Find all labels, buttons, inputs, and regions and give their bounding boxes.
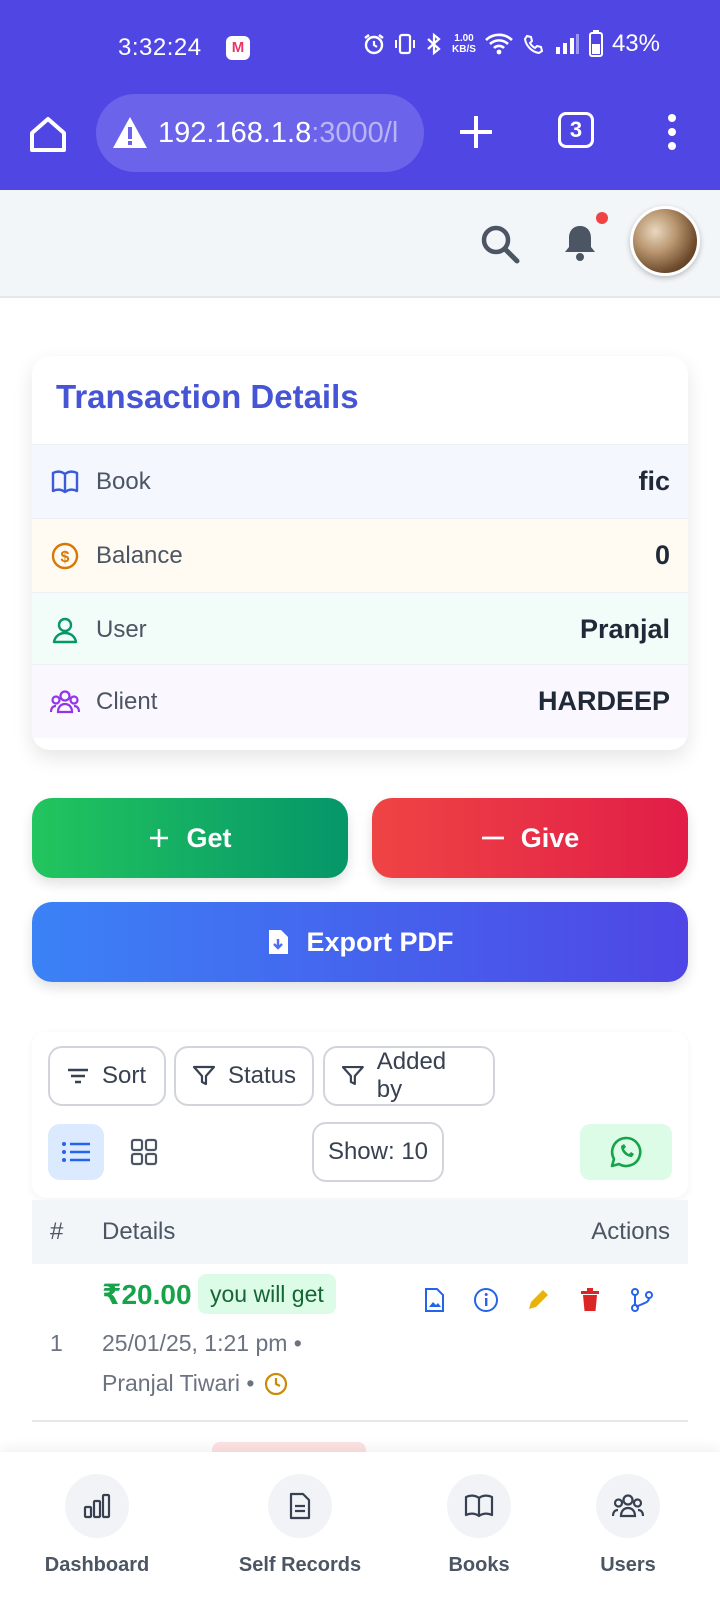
battery-icon — [588, 30, 603, 57]
vibrate-icon — [395, 33, 416, 55]
grid-icon — [130, 1138, 158, 1166]
branch-icon[interactable] — [628, 1286, 656, 1314]
row-date: 25/01/25, 1:21 pm • — [102, 1330, 302, 1356]
minus-icon — [481, 827, 505, 849]
users-icon — [596, 1474, 660, 1538]
notification-app-icon: M — [226, 36, 250, 60]
browser-toolbar: 192.168.1.8:3000/l 3 — [0, 94, 720, 190]
list-icon — [62, 1142, 90, 1162]
list-view-button[interactable] — [48, 1124, 104, 1180]
warning-icon[interactable] — [110, 113, 150, 153]
filter-icon — [341, 1066, 364, 1085]
svg-text:$: $ — [61, 549, 70, 566]
delete-icon[interactable] — [576, 1286, 604, 1314]
index-header: # — [50, 1218, 64, 1245]
plus-icon — [148, 827, 170, 849]
status-icons: 1.00 KB/S 43% — [362, 30, 660, 58]
bell-icon[interactable] — [562, 222, 598, 262]
search-icon[interactable] — [478, 222, 522, 266]
status-bar: 3:32:24 M 1.00 KB/S 43% — [0, 0, 720, 94]
sort-icon — [68, 1068, 88, 1084]
more-menu-icon[interactable] — [664, 112, 680, 152]
signal-icon — [555, 34, 579, 54]
row-index: 1 — [50, 1330, 63, 1356]
export-pdf-button[interactable]: Export PDF — [32, 902, 688, 982]
battery-percent: 43% — [611, 30, 660, 57]
added-by-filter-button[interactable]: Added by — [323, 1046, 495, 1106]
wifi-icon — [485, 33, 513, 55]
document-icon — [268, 1474, 332, 1538]
avatar[interactable] — [630, 206, 700, 276]
grid-view-button[interactable] — [116, 1124, 172, 1180]
row-added-by: Pranjal Tiwari • — [102, 1370, 289, 1397]
new-tab-icon[interactable] — [456, 112, 496, 152]
nav-users[interactable]: Users — [596, 1474, 660, 1577]
wifi-call-icon — [523, 34, 544, 55]
nav-books[interactable]: Books — [444, 1474, 514, 1577]
give-button[interactable]: Give — [372, 798, 688, 878]
bluetooth-icon — [427, 32, 441, 56]
filter-panel: Sort Status Added by Show: 10 — [32, 1032, 688, 1198]
filter-icon — [192, 1065, 216, 1086]
bottom-navigation: Dashboard Self Records Books Users — [0, 1452, 720, 1600]
whatsapp-icon — [610, 1136, 642, 1168]
users-icon — [50, 689, 80, 713]
page-size-select[interactable]: Show: 10 — [312, 1122, 444, 1182]
table-header: # Details Actions — [32, 1200, 688, 1264]
book-row: Book fic — [32, 444, 688, 518]
user-row: User Pranjal — [32, 592, 688, 666]
details-header: Details — [102, 1218, 176, 1245]
user-icon — [52, 617, 78, 643]
net-speed: 1.00 KB/S — [452, 33, 476, 55]
bar-chart-icon — [65, 1474, 129, 1538]
get-button[interactable]: Get — [32, 798, 348, 878]
whatsapp-button[interactable] — [580, 1124, 672, 1180]
info-icon[interactable] — [472, 1286, 500, 1314]
edit-icon[interactable] — [524, 1286, 552, 1314]
url-bar[interactable]: 192.168.1.8:3000/l — [96, 94, 424, 172]
book-icon — [51, 469, 79, 493]
sort-button[interactable]: Sort — [48, 1046, 166, 1106]
app-header — [0, 190, 720, 298]
file-download-icon — [266, 928, 290, 956]
client-row: Client HARDEEP — [32, 664, 688, 738]
nav-self-records[interactable]: Self Records — [236, 1474, 364, 1577]
status-badge: you will get — [198, 1274, 336, 1314]
book-icon — [447, 1474, 511, 1538]
dollar-icon: $ — [51, 542, 79, 569]
transaction-details-card: Transaction Details Book fic $ Balance 0… — [32, 356, 688, 750]
status-filter-button[interactable]: Status — [174, 1046, 314, 1106]
table-row: 1 ₹20.00 you will get 25/01/25, 1:21 pm … — [32, 1266, 688, 1422]
alarm-icon — [364, 34, 384, 55]
status-time: 3:32:24 — [118, 34, 202, 61]
notification-dot — [596, 212, 608, 224]
actions-header: Actions — [591, 1218, 670, 1245]
row-amount: ₹20.00 — [102, 1279, 192, 1310]
url-text[interactable]: 192.168.1.8:3000/l — [158, 117, 398, 150]
balance-row: $ Balance 0 — [32, 518, 688, 592]
tab-switcher-button[interactable]: 3 — [558, 112, 594, 148]
row-actions — [420, 1286, 656, 1314]
nav-dashboard[interactable]: Dashboard — [44, 1474, 150, 1577]
home-icon[interactable] — [26, 112, 70, 156]
clock-icon — [264, 1372, 287, 1395]
card-title: Transaction Details — [56, 378, 359, 415]
attachment-icon[interactable] — [420, 1286, 448, 1314]
